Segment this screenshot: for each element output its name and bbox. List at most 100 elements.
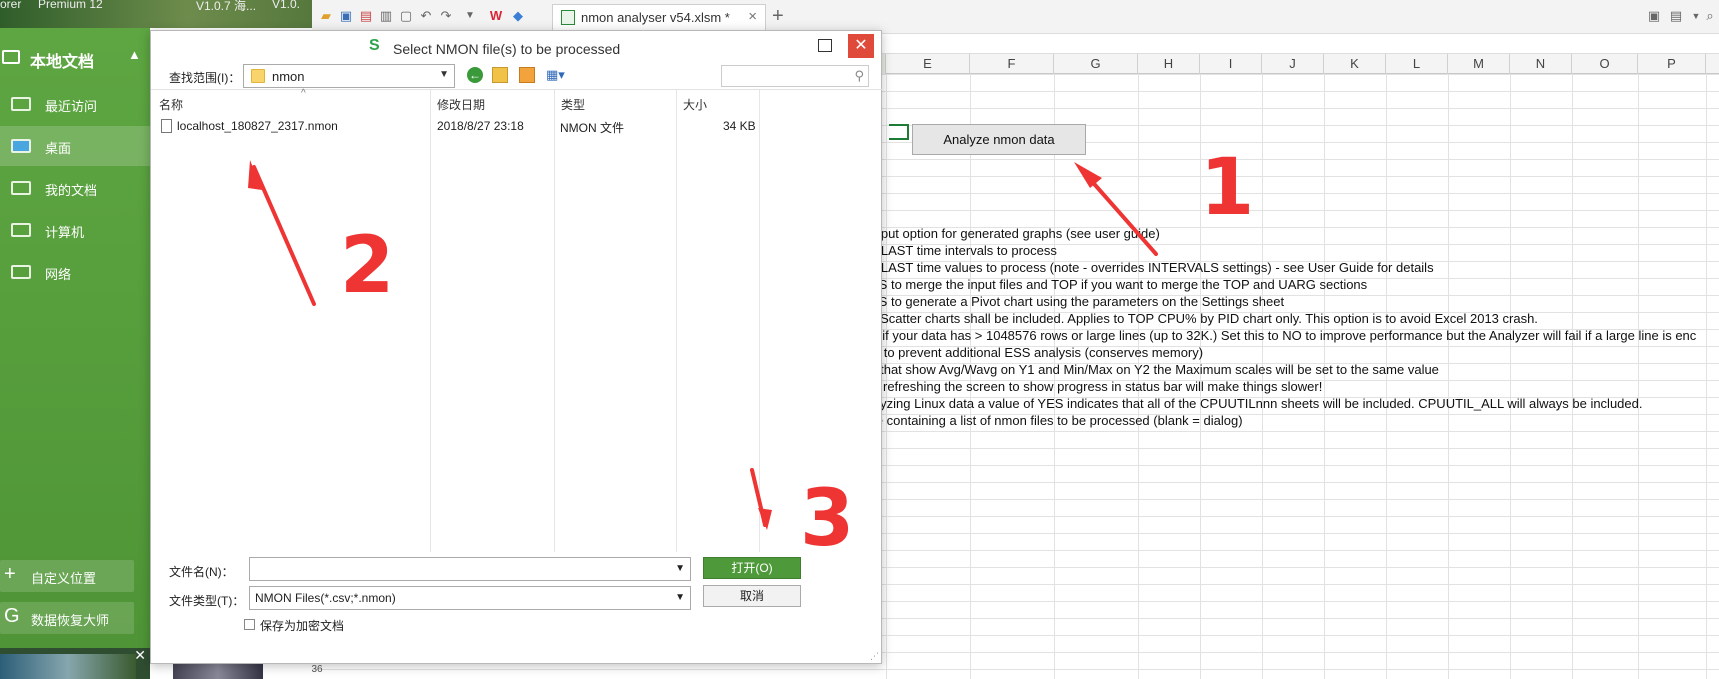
checkbox[interactable]: [244, 619, 255, 630]
close-icon[interactable]: ✕: [134, 647, 146, 664]
local-documents-title: 本地文档: [30, 54, 95, 71]
settings-text: d LAST time values to process (note - ov…: [870, 260, 1434, 275]
open-button[interactable]: 打开(O): [703, 557, 801, 579]
gridline: [1706, 74, 1707, 679]
selected-cell[interactable]: [889, 124, 909, 140]
column-header-modified[interactable]: 修改日期: [437, 96, 485, 113]
settings-text: ES to merge the input files and TOP if y…: [870, 277, 1368, 292]
settings-text: ile containing a list of nmon files to b…: [870, 413, 1243, 428]
column-divider: [554, 90, 555, 552]
skin-icon[interactable]: ▤: [1668, 8, 1684, 24]
settings-text: if Scatter charts shall be included. App…: [870, 311, 1538, 326]
desktop-text: V1.0.7 海...: [196, 0, 257, 13]
close-tab-icon[interactable]: ×: [748, 8, 757, 25]
close-icon[interactable]: ✕: [848, 34, 874, 58]
print-icon[interactable]: ▥: [378, 8, 394, 24]
wps-spreadsheet-icon: S: [369, 37, 380, 54]
data-recovery-button[interactable]: G 数据恢复大师: [0, 602, 134, 634]
analyze-nmon-button[interactable]: Analyze nmon data: [912, 124, 1086, 155]
cancel-button[interactable]: 取消: [703, 585, 801, 607]
back-icon[interactable]: ←: [467, 67, 483, 83]
save-encrypted-label: 保存为加密文档: [260, 619, 345, 633]
sidebar-item-computer[interactable]: 计算机: [0, 210, 150, 250]
gridline: [1572, 74, 1573, 679]
desktop-text: Premium 12: [38, 0, 103, 11]
filename-input[interactable]: ▼: [249, 557, 691, 581]
save-icon[interactable]: ▣: [338, 8, 354, 24]
file-row[interactable]: localhost_180827_2317.nmon 2018/8/27 23:…: [159, 118, 879, 136]
column-header-type[interactable]: 类型: [561, 96, 585, 113]
sidebar-item-documents[interactable]: 我的文档: [0, 168, 150, 208]
column-header[interactable]: N: [1510, 54, 1572, 74]
gridline: [1448, 74, 1449, 679]
column-divider: [676, 90, 677, 552]
settings-text: O to prevent additional ESS analysis (co…: [870, 345, 1204, 360]
sidebar-item-label: 桌面: [45, 141, 72, 156]
file-list[interactable]: ^ 名称 修改日期 类型 大小 localhost_180827_2317.nm…: [151, 88, 883, 552]
cloud-box-icon[interactable]: ◆: [510, 8, 526, 24]
filetype-select[interactable]: NMON Files(*.csv;*.nmon) ▼: [249, 586, 691, 610]
column-header[interactable]: L: [1386, 54, 1448, 74]
column-header[interactable]: P: [1638, 54, 1706, 74]
gridline: [1638, 74, 1639, 679]
spreadsheet-icon: [561, 10, 575, 25]
view-menu-icon[interactable]: ▦▾: [546, 67, 568, 83]
custom-location-label: 自定义位置: [31, 571, 97, 586]
column-header[interactable]: O: [1572, 54, 1638, 74]
column-header-size[interactable]: 大小: [683, 96, 707, 113]
undo-icon[interactable]: ↶: [418, 8, 434, 24]
look-in-value: nmon: [272, 69, 305, 84]
filename-label: 文件名(N)：: [169, 565, 234, 579]
search-input[interactable]: ⚲: [721, 65, 869, 87]
maximize-icon[interactable]: [818, 39, 832, 52]
document-tab[interactable]: nmon analyser v54.xlsm * ×: [552, 4, 766, 30]
column-header[interactable]: M: [1448, 54, 1510, 74]
search-icon[interactable]: ⌕: [1702, 8, 1718, 24]
network-icon: [11, 265, 31, 279]
location-sidebar: 本地文档 ▲ 最近访问 桌面 我的文档 计算机 网络 + 自定义位置 G 数据恢…: [0, 28, 150, 679]
look-in-select[interactable]: nmon ▼: [243, 64, 455, 88]
export-pdf-icon[interactable]: ▤: [358, 8, 374, 24]
column-divider: [430, 90, 431, 552]
local-documents-header[interactable]: 本地文档 ▲: [0, 42, 150, 72]
sidebar-item-network[interactable]: 网络: [0, 252, 150, 292]
column-header[interactable]: E: [886, 54, 970, 74]
column-header[interactable]: K: [1324, 54, 1386, 74]
column-header[interactable]: H: [1138, 54, 1200, 74]
column-header[interactable]: G: [1054, 54, 1138, 74]
up-folder-icon[interactable]: [492, 67, 508, 83]
sidebar-item-recent[interactable]: 最近访问: [0, 84, 150, 124]
settings-text: alyzing Linux data a value of YES indica…: [870, 396, 1643, 411]
column-header[interactable]: J: [1262, 54, 1324, 74]
filetype-label: 文件类型(T)：: [169, 594, 245, 608]
column-header-name[interactable]: 名称: [159, 96, 183, 113]
file-modified: 2018/8/27 23:18: [437, 119, 524, 133]
collapse-icon[interactable]: ▲: [128, 47, 141, 62]
redo-icon[interactable]: ↷: [438, 8, 454, 24]
new-tab-button[interactable]: +: [772, 5, 784, 28]
customize-dropdown-icon[interactable]: ▼: [462, 8, 478, 24]
settings-text: d LAST time intervals to process: [870, 243, 1057, 258]
chevron-down-icon: ▼: [675, 592, 685, 603]
column-header[interactable]: F: [970, 54, 1054, 74]
custom-location-button[interactable]: + 自定义位置: [0, 560, 134, 592]
print-preview-icon[interactable]: ▢: [398, 8, 414, 24]
file-icon: [161, 119, 172, 133]
gridline: [1510, 74, 1511, 679]
chevron-down-icon: ▼: [439, 69, 449, 80]
new-folder-icon[interactable]: [519, 67, 535, 83]
sidebar-item-label: 网络: [45, 267, 72, 282]
document-tab-title: nmon analyser v54.xlsm *: [581, 10, 730, 25]
sidebar-item-desktop[interactable]: 桌面: [0, 126, 150, 166]
dialog-titlebar[interactable]: S Select NMON file(s) to be processed: [151, 31, 883, 65]
computer-icon: [2, 50, 20, 64]
folder-icon: [251, 69, 265, 83]
column-header[interactable]: I: [1200, 54, 1262, 74]
screen-icon[interactable]: ▣: [1646, 8, 1662, 24]
wps-logo-icon[interactable]: W: [488, 8, 504, 24]
chevron-down-icon[interactable]: ▼: [675, 563, 685, 574]
open-icon[interactable]: ▰: [318, 8, 334, 24]
resize-grip-icon[interactable]: ⋰: [870, 651, 879, 662]
dialog-title: Select NMON file(s) to be processed: [393, 41, 621, 57]
settings-text: C refreshing the screen to show progress…: [870, 379, 1323, 394]
